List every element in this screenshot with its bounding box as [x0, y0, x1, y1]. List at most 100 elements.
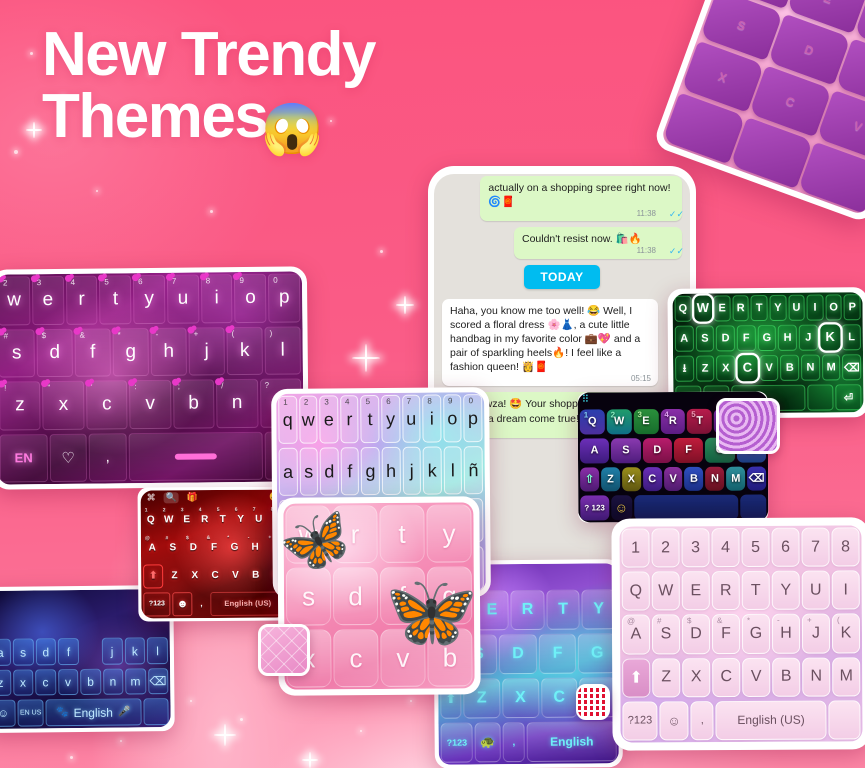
- enter-icon[interactable]: ⏎: [835, 384, 862, 411]
- key-y[interactable]: 6Y: [233, 507, 249, 531]
- key-y[interactable]: Y: [769, 294, 787, 321]
- key-t[interactable]: 5t: [98, 274, 132, 325]
- key-o[interactable]: 9o: [442, 394, 462, 443]
- comma-key[interactable]: ,: [88, 432, 127, 482]
- theme-preview-purple-hearts[interactable]: 2w 3e 4r 5t 6y 7u 8i 9o 0p # s $ d & f * g -…: [0, 266, 310, 490]
- key-x[interactable]: X: [186, 564, 204, 588]
- key-w[interactable]: 2W: [606, 409, 632, 435]
- emoji-icon[interactable]: ☺: [610, 495, 632, 521]
- key-n[interactable]: N: [801, 354, 820, 381]
- key-h[interactable]: H: [778, 324, 798, 351]
- quilt-theme-thumbnail[interactable]: [258, 624, 310, 676]
- key-c[interactable]: C: [735, 352, 760, 384]
- key-r[interactable]: 4R: [197, 507, 213, 531]
- keyboard-row[interactable]: EN ♡ , .: [0, 429, 304, 485]
- key-u[interactable]: 7u: [401, 394, 421, 444]
- key-e[interactable]: 3E: [633, 409, 659, 434]
- keyboard-row[interactable]: @ A # S $ D & F * G -H + J (K: [620, 612, 862, 656]
- key-j[interactable]: j: [101, 637, 123, 665]
- key-n[interactable]: n: [102, 668, 124, 696]
- key-k[interactable]: (k: [225, 325, 263, 376]
- keyboard-row[interactable]: ?123 🐢 , English: [438, 719, 618, 765]
- key-p[interactable]: 0p: [268, 273, 301, 323]
- key-g[interactable]: * g: [111, 326, 149, 377]
- key-c[interactable]: C: [642, 466, 662, 492]
- key-m[interactable]: m: [125, 668, 146, 695]
- language-key[interactable]: EN: [0, 433, 48, 483]
- key-a[interactable]: A: [579, 438, 610, 463]
- key-r[interactable]: R: [732, 295, 750, 322]
- space-key[interactable]: [633, 494, 739, 521]
- key-c[interactable]: C: [540, 677, 578, 718]
- key-e[interactable]: 3e: [319, 395, 339, 444]
- keyboard-row[interactable]: !z "x 'c :v ;b /n ?m: [0, 376, 304, 432]
- key-4[interactable]: 4: [711, 528, 740, 568]
- gift-icon[interactable]: 🎁: [187, 492, 198, 503]
- space-key[interactable]: 🐾 English 🎤: [45, 698, 142, 727]
- key-b[interactable]: B: [772, 657, 801, 697]
- key-t[interactable]: T: [750, 295, 768, 322]
- key-r[interactable]: R: [510, 589, 545, 631]
- key-a[interactable]: @ A: [621, 614, 651, 655]
- key-7[interactable]: 7: [801, 527, 830, 567]
- key-w[interactable]: 2W: [161, 507, 177, 531]
- key-v[interactable]: :v: [128, 379, 172, 429]
- key-i[interactable]: 8i: [422, 394, 442, 443]
- key-y[interactable]: 6y: [132, 274, 166, 324]
- key-y[interactable]: Y: [581, 589, 616, 630]
- key-v[interactable]: v: [57, 668, 79, 696]
- key-x[interactable]: X: [501, 677, 540, 719]
- key-w[interactable]: W: [651, 571, 680, 611]
- key-m[interactable]: M: [821, 354, 841, 381]
- key-q[interactable]: 1Q: [579, 409, 605, 435]
- key-i[interactable]: 8i: [199, 273, 233, 323]
- keyboard-row[interactable]: Q W E R T Y U I: [620, 569, 862, 613]
- key[interactable]: [807, 384, 834, 411]
- key-n[interactable]: / n: [215, 378, 259, 428]
- key-f[interactable]: f: [340, 447, 360, 496]
- comma-key[interactable]: ,: [690, 700, 714, 741]
- key-c[interactable]: ' c: [84, 379, 128, 430]
- heart-pattern-thumbnail[interactable]: [576, 684, 610, 720]
- keyboard-row[interactable]: ⭳ Z X C V B N M ⌫: [673, 352, 863, 384]
- key-r[interactable]: 4r: [64, 274, 98, 325]
- keyboard-row[interactable]: Q W E R T Y U I O P: [672, 292, 862, 325]
- key-e[interactable]: E: [681, 571, 710, 611]
- backspace-icon[interactable]: ⌫: [842, 354, 862, 381]
- keyboard-row[interactable]: ?123 ☺ , English (US): [620, 698, 862, 742]
- key-s[interactable]: # S: [163, 535, 182, 559]
- key[interactable]: [81, 638, 100, 665]
- key-c[interactable]: c: [333, 629, 379, 688]
- key-k[interactable]: K: [817, 322, 843, 353]
- key-w[interactable]: W: [691, 293, 714, 325]
- key-f[interactable]: & F: [205, 535, 224, 559]
- key-z[interactable]: Z: [600, 466, 620, 492]
- space-key[interactable]: English (US): [715, 700, 827, 741]
- key-m[interactable]: M: [832, 656, 861, 697]
- key-g[interactable]: * G: [741, 614, 771, 654]
- keyboard-row[interactable]: a s d f g h j k l ñ: [277, 444, 485, 498]
- key-c[interactable]: C: [712, 657, 741, 697]
- key-h[interactable]: -H: [771, 614, 801, 654]
- key-w[interactable]: 2w: [0, 275, 31, 326]
- keyboard-row[interactable]: 2w 3e 4r 5t 6y 7u 8i 9o 0p: [0, 271, 302, 327]
- enter-key[interactable]: [142, 698, 169, 726]
- key-y[interactable]: 6y: [381, 394, 401, 444]
- key-l[interactable]: l: [443, 446, 463, 495]
- key-m[interactable]: M: [726, 466, 746, 491]
- key-d[interactable]: D: [499, 633, 537, 675]
- key-x[interactable]: x: [12, 669, 34, 697]
- key-b[interactable]: B: [684, 466, 704, 492]
- key-l[interactable]: L: [842, 324, 862, 351]
- key-d[interactable]: d: [35, 638, 57, 666]
- key-x[interactable]: " x: [41, 380, 85, 430]
- search-icon[interactable]: 🔍: [163, 492, 179, 504]
- emoji-icon[interactable]: ☻: [172, 591, 193, 617]
- key-o[interactable]: O: [825, 294, 843, 321]
- theme-preview-red-roses[interactable]: ⌘ 🔍 🎁 😀 1Q 2W 3E 4R 5T 6Y 7U 8I @A #S $D…: [137, 486, 291, 622]
- key-q[interactable]: 1Q: [143, 507, 159, 531]
- key-s[interactable]: S: [695, 325, 715, 352]
- keyboard-row[interactable]: ☺ EN US 🐾 English 🎤: [0, 697, 171, 729]
- key-s[interactable]: # S: [651, 614, 681, 655]
- emoji-icon[interactable]: ☺: [659, 701, 689, 741]
